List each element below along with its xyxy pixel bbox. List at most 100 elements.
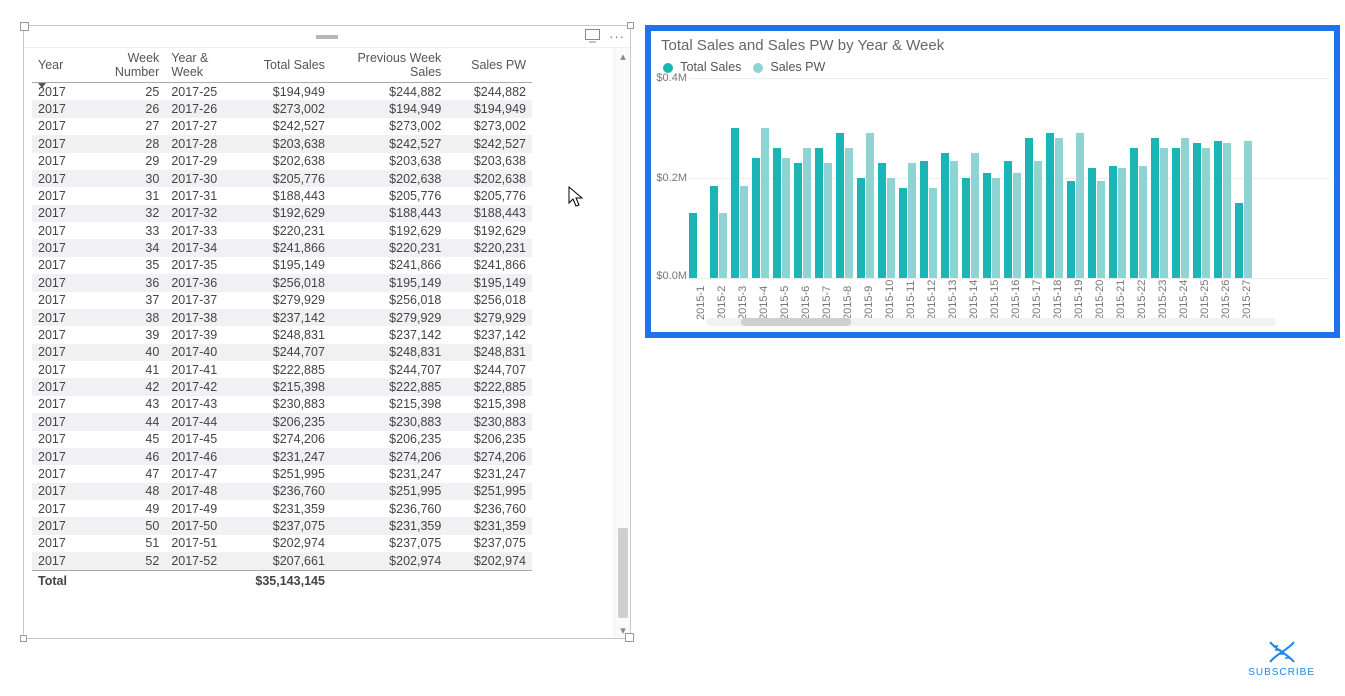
vertical-scrollbar[interactable]: ▴ ▾ [614,48,630,638]
bar-group[interactable] [920,161,937,279]
bar-group[interactable] [962,153,979,278]
bar-group[interactable] [1214,141,1231,279]
bar-group[interactable] [1067,133,1084,278]
bar-total-sales[interactable] [731,128,739,278]
table-row[interactable]: 2017252017-25$194,949$244,882$244,882 [32,83,532,101]
bar-total-sales[interactable] [1130,148,1138,278]
col-year[interactable]: Year [32,48,83,83]
bar-total-sales[interactable] [794,163,802,278]
bar-sales-pw[interactable] [950,161,958,279]
h-scroll-thumb[interactable] [741,318,851,326]
bar-group[interactable] [1025,138,1042,278]
bar-group[interactable] [1109,166,1126,279]
bar-total-sales[interactable] [1067,181,1075,279]
bar-total-sales[interactable] [773,148,781,278]
bar-group[interactable] [941,153,958,278]
table-row[interactable]: 2017442017-44$206,235$230,883$230,883 [32,413,532,430]
bar-sales-pw[interactable] [782,158,790,278]
bar-group[interactable] [899,163,916,278]
bar-total-sales[interactable] [857,178,865,278]
legend-label-1[interactable]: Total Sales [680,60,741,74]
bar-total-sales[interactable] [1172,148,1180,278]
table-visual[interactable]: ··· Year Week Number Year & Week Total S… [23,25,631,639]
bar-group[interactable] [1046,133,1063,278]
more-options-icon[interactable]: ··· [609,29,625,44]
bar-total-sales[interactable] [920,161,928,279]
col-pws[interactable]: Previous Week Sales [331,48,447,83]
focus-mode-icon[interactable] [585,29,600,46]
table-row[interactable]: 2017472017-47$251,995$231,247$231,247 [32,465,532,482]
bar-total-sales[interactable] [1193,143,1201,278]
table-row[interactable]: 2017402017-40$244,707$248,831$248,831 [32,344,532,361]
chart-visual[interactable]: Total Sales and Sales PW by Year & Week … [645,25,1340,338]
bar-total-sales[interactable] [1214,141,1222,279]
bar-sales-pw[interactable] [1244,141,1252,279]
col-ts[interactable]: Total Sales [245,48,331,83]
table-row[interactable]: 2017432017-43$230,883$215,398$215,398 [32,396,532,413]
bar-sales-pw[interactable] [845,148,853,278]
bar-sales-pw[interactable] [866,133,874,278]
bar-sales-pw[interactable] [1055,138,1063,278]
scroll-down-icon[interactable]: ▾ [615,622,631,638]
bar-total-sales[interactable] [878,163,886,278]
table-row[interactable]: 2017342017-34$241,866$220,231$220,231 [32,239,532,256]
bar-sales-pw[interactable] [1097,181,1105,279]
bar-total-sales[interactable] [1004,161,1012,279]
table-row[interactable]: 2017292017-29$202,638$203,638$203,638 [32,153,532,170]
legend-label-2[interactable]: Sales PW [770,60,825,74]
bar-total-sales[interactable] [899,188,907,278]
bar-sales-pw[interactable] [740,186,748,279]
table-row[interactable]: 2017422017-42$215,398$222,885$222,885 [32,378,532,395]
bar-group[interactable] [878,163,895,278]
bar-group[interactable] [752,128,769,278]
bar-sales-pw[interactable] [1076,133,1084,278]
table-row[interactable]: 2017332017-33$220,231$192,629$192,629 [32,222,532,239]
bar-total-sales[interactable] [1088,168,1096,278]
bar-sales-pw[interactable] [1160,148,1168,278]
bar-total-sales[interactable] [1235,203,1243,278]
table-row[interactable]: 2017412017-41$222,885$244,707$244,707 [32,361,532,378]
table-row[interactable]: 2017382017-38$237,142$279,929$279,929 [32,309,532,326]
bar-total-sales[interactable] [815,148,823,278]
bar-group[interactable] [1088,168,1105,278]
col-yw[interactable]: Year & Week [165,48,244,83]
table-row[interactable]: 2017492017-49$231,359$236,760$236,760 [32,500,532,517]
bar-group[interactable] [1235,141,1252,279]
bar-total-sales[interactable] [1109,166,1117,279]
table-row[interactable]: 2017352017-35$195,149$241,866$241,866 [32,257,532,274]
bar-sales-pw[interactable] [761,128,769,278]
bar-sales-pw[interactable] [992,178,1000,278]
bar-sales-pw[interactable] [971,153,979,278]
bar-group[interactable] [815,148,832,278]
bar-total-sales[interactable] [1046,133,1054,278]
bar-total-sales[interactable] [1025,138,1033,278]
col-week[interactable]: Week Number [83,48,166,83]
table-row[interactable]: 2017522017-52$207,661$202,974$202,974 [32,552,532,570]
table-row[interactable]: 2017262017-26$273,002$194,949$194,949 [32,100,532,117]
bar-group[interactable] [794,148,811,278]
bar-total-sales[interactable] [941,153,949,278]
bar-group[interactable] [1151,138,1168,278]
bar-group[interactable] [1004,161,1021,279]
table-row[interactable]: 2017362017-36$256,018$195,149$195,149 [32,274,532,291]
bar-group[interactable] [689,213,706,278]
bar-sales-pw[interactable] [929,188,937,278]
bar-sales-pw[interactable] [1118,168,1126,278]
table-row[interactable]: 2017452017-45$274,206$206,235$206,235 [32,431,532,448]
bar-sales-pw[interactable] [1223,143,1231,278]
bar-sales-pw[interactable] [1034,161,1042,279]
scroll-thumb[interactable] [618,528,628,618]
bar-sales-pw[interactable] [1013,173,1021,278]
bar-total-sales[interactable] [689,213,697,278]
table-row[interactable]: 2017272017-27$242,527$273,002$273,002 [32,118,532,135]
bar-sales-pw[interactable] [887,178,895,278]
bar-sales-pw[interactable] [803,148,811,278]
table-row[interactable]: 2017392017-39$248,831$237,142$237,142 [32,326,532,343]
bar-group[interactable] [983,173,1000,278]
bar-sales-pw[interactable] [824,163,832,278]
bar-total-sales[interactable] [1151,138,1159,278]
bar-total-sales[interactable] [962,178,970,278]
subscribe-badge[interactable]: SUBSCRIBE [1248,640,1315,678]
table-row[interactable]: 2017322017-32$192,629$188,443$188,443 [32,205,532,222]
table-row[interactable]: 2017282017-28$203,638$242,527$242,527 [32,135,532,152]
